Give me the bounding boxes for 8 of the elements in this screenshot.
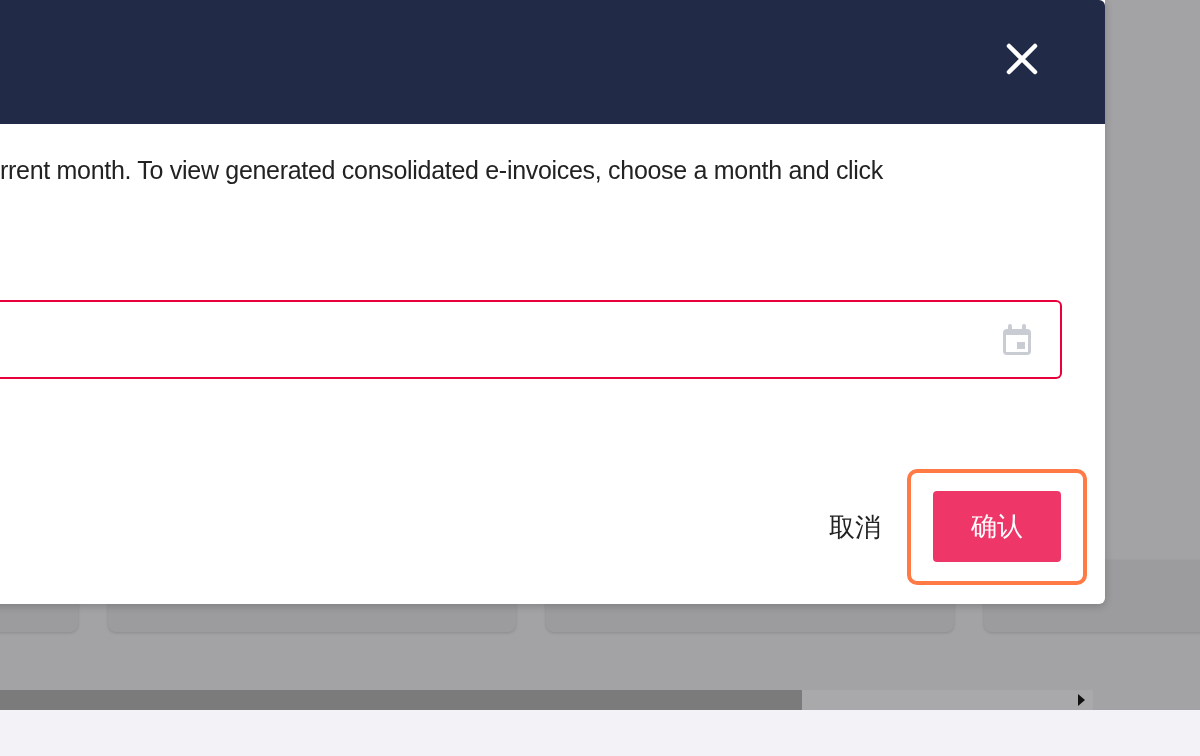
horizontal-scrollbar[interactable] — [0, 690, 1093, 710]
scroll-right-arrow-icon[interactable] — [1077, 694, 1085, 706]
scrollbar-thumb[interactable] — [0, 690, 802, 710]
close-icon[interactable] — [1006, 43, 1038, 75]
dialog-description: rrent month. To view generated consolidated e-invoices, choose a month and click — [0, 155, 884, 186]
confirm-button[interactable]: 确认 — [933, 491, 1061, 562]
cancel-button[interactable]: 取消 — [829, 509, 881, 545]
month-field[interactable] — [0, 300, 1062, 379]
